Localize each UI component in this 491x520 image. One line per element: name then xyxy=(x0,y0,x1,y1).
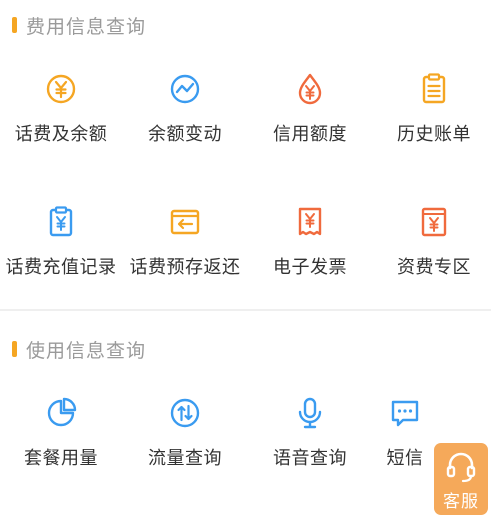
menu-item-label: 话费充值记录 xyxy=(5,257,117,278)
trend-circle-icon xyxy=(168,72,202,106)
menu-item-label: 历史账单 xyxy=(397,124,471,145)
menu-item-balance[interactable]: 话费及余额 xyxy=(0,72,123,146)
wallet-return-icon xyxy=(168,205,202,239)
yuan-circle-icon xyxy=(44,72,78,106)
menu-item-voice-query[interactable]: 语音查询 xyxy=(248,396,372,470)
menu-item-recharge-record[interactable]: 话费充值记录 xyxy=(0,205,123,279)
menu-item-package-usage[interactable]: 套餐用量 xyxy=(0,396,123,470)
tariff-book-icon xyxy=(417,205,451,239)
section-accent-bar xyxy=(12,341,17,357)
menu-item-label: 语音查询 xyxy=(273,448,347,469)
menu-item-data-query[interactable]: 流量查询 xyxy=(123,396,247,470)
clipboard-icon xyxy=(417,72,451,106)
pie-chart-icon xyxy=(44,396,78,430)
menu-item-label: 话费预存返还 xyxy=(129,257,241,278)
menu-item-prestore-return[interactable]: 话费预存返还 xyxy=(123,205,247,279)
menu-item-label: 余额变动 xyxy=(148,124,222,145)
menu-item-balance-change[interactable]: 余额变动 xyxy=(123,72,247,146)
menu-item-label: 短信 xyxy=(386,448,424,469)
menu-item-sms-query[interactable]: 短信 xyxy=(375,396,435,470)
fee-section-header: 费用信息查询 xyxy=(12,11,146,39)
microphone-icon xyxy=(293,396,327,430)
customer-service-button[interactable]: 客服 xyxy=(434,443,488,515)
usage-section-title: 使用信息查询 xyxy=(26,339,147,362)
invoice-icon xyxy=(293,205,327,239)
message-icon xyxy=(388,396,422,430)
menu-item-history-bill[interactable]: 历史账单 xyxy=(372,72,491,146)
customer-service-label: 客服 xyxy=(443,492,479,512)
fee-section-title: 费用信息查询 xyxy=(26,15,147,38)
menu-item-label: 电子发票 xyxy=(273,257,347,278)
menu-item-label: 资费专区 xyxy=(397,257,471,278)
menu-item-label: 话费及余额 xyxy=(14,124,108,145)
section-accent-bar xyxy=(12,17,17,33)
menu-item-label: 信用额度 xyxy=(273,124,347,145)
data-flow-icon xyxy=(168,396,202,430)
usage-section-header: 使用信息查询 xyxy=(12,335,146,363)
menu-item-label: 套餐用量 xyxy=(24,448,98,469)
menu-item-credit-limit[interactable]: 信用额度 xyxy=(248,72,372,146)
headset-icon xyxy=(446,452,476,483)
menu-item-tariff-zone[interactable]: 资费专区 xyxy=(372,205,491,279)
menu-item-label: 流量查询 xyxy=(148,448,222,469)
recharge-record-icon xyxy=(44,205,78,239)
menu-item-e-invoice[interactable]: 电子发票 xyxy=(248,205,372,279)
section-divider xyxy=(0,309,491,311)
credit-drop-icon xyxy=(293,72,327,106)
